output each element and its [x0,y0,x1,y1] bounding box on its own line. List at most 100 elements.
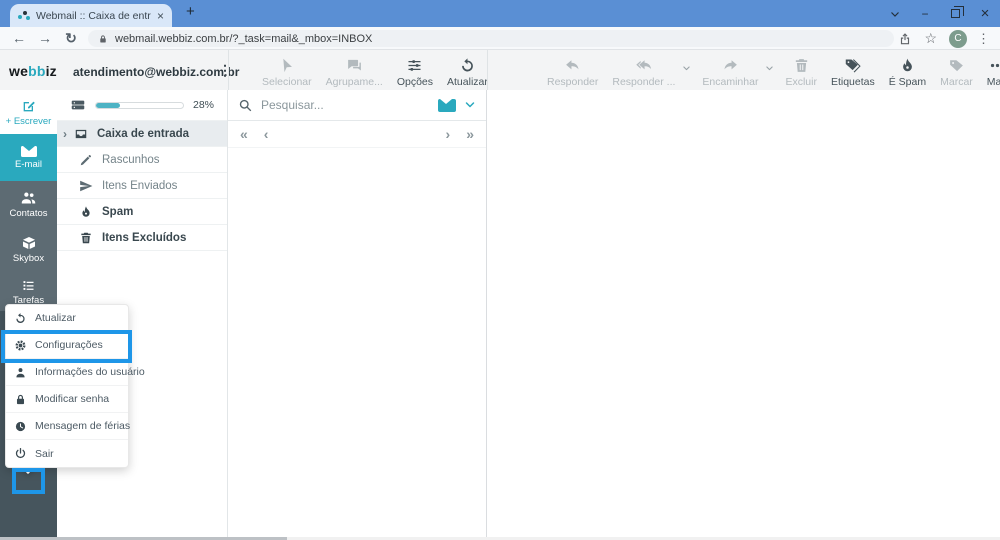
page-first-button[interactable]: « [240,126,248,142]
search-scope-envelope-icon[interactable] [438,98,456,112]
new-tab-button[interactable]: + [186,3,195,20]
menu-item-logout[interactable]: Sair [6,440,128,467]
browser-menu-kebab-icon[interactable]: ⋮ [977,31,990,47]
reply-button[interactable]: Responder [540,55,605,90]
clock-icon [14,420,27,433]
tags-button[interactable]: Etiquetas [824,55,882,90]
refresh-icon [459,57,476,74]
message-actions-toolbar: Responder Responder ... Encaminhar Exclu… [540,55,1000,90]
browser-tab[interactable]: Webmail :: Caixa de entrada × [10,4,172,27]
options-context-menu: Atualizar Configurações Informações do u… [5,304,145,468]
account-options-kebab-icon[interactable]: ⋮ [218,62,232,79]
lock-icon [14,393,27,406]
folder-trash[interactable]: Itens Excluídos [57,225,227,251]
share-icon[interactable] [898,32,912,46]
folder-sent[interactable]: Itens Enviados [57,173,227,199]
back-button[interactable]: ← [6,30,32,46]
reply-all-icon [635,57,652,74]
logo-part: iz [45,63,57,79]
more-button[interactable]: Mais [980,55,1000,90]
search-options-chevron-icon[interactable] [464,99,476,111]
reply-all-button[interactable]: Responder ... [605,55,682,90]
power-icon [14,447,27,460]
trash-icon [79,231,93,245]
browser-avatar[interactable]: C [949,29,967,48]
list-icon [21,278,36,293]
menu-item-refresh[interactable]: Atualizar [6,305,128,332]
people-icon [20,189,37,206]
mark-button[interactable]: Marcar [933,55,980,90]
page-next-button[interactable]: › [446,126,451,142]
page-last-button[interactable]: » [466,126,474,142]
toolbar-divider [487,50,488,90]
forward-button-mail[interactable]: Encaminhar [695,55,765,90]
menu-item-settings[interactable]: Configurações [6,332,128,359]
select-button[interactable]: Selecionar [255,55,319,90]
menu-item-vacation-message[interactable]: Mensagem de férias [6,413,130,440]
more-dots-icon [989,57,1000,74]
browser-tab-strip: Webmail :: Caixa de entrada × + − × [0,0,1000,27]
close-window-button[interactable]: × [970,0,1000,27]
sidebar-item-skybox[interactable]: Skybox [0,227,57,272]
screen: Webmail :: Caixa de entrada × + − × ← → … [0,0,1000,540]
minimize-button[interactable]: − [910,0,940,27]
menu-item-user-info[interactable]: Informações do usuário [6,359,145,386]
search-bar [228,90,486,121]
maximize-restore-button[interactable] [940,0,970,27]
delete-button[interactable]: Excluir [778,55,824,90]
paper-plane-icon [79,179,93,193]
pagination-bar: « ‹ › » [228,121,486,148]
tab-title: Webmail :: Caixa de entrada [36,9,151,22]
logo-part-accent: bb [28,63,46,79]
reply-icon [564,57,581,74]
navbar-right: ☆ C ⋮ [898,27,1000,50]
threads-button[interactable]: Agrupame... [319,55,390,90]
pencil-icon [79,153,93,167]
search-input[interactable] [261,98,430,112]
storage-icon [70,97,86,113]
address-bar[interactable]: webmail.webbiz.com.br/?_task=mail&_mbox=… [88,30,894,47]
bookmark-star-icon[interactable]: ☆ [924,30,937,47]
folder-drafts[interactable]: Rascunhos [57,147,227,173]
quota-percent: 28% [192,99,214,111]
toolbar-divider [228,50,229,90]
webmail-favicon-icon [18,10,30,22]
trash-icon [793,57,810,74]
message-list-pane: « ‹ › » [228,90,487,537]
page-prev-button[interactable]: ‹ [264,126,269,142]
webbiz-logo: webbiz [9,63,57,79]
quota-bar [95,101,184,109]
tab-close-icon[interactable]: × [157,9,164,23]
options-button[interactable]: Opções [390,55,440,90]
cursor-icon [278,57,295,74]
box-icon [21,235,37,251]
message-list-toolbar: Selecionar Agrupame... Opções Atualizar [255,55,495,90]
tags-icon [844,57,861,74]
url-text: webmail.webbiz.com.br/?_task=mail&_mbox=… [115,32,373,45]
mail-content-pane [488,90,1000,537]
forward-icon [722,57,739,74]
chat-icon [346,57,363,74]
compose-icon [21,98,37,114]
search-icon[interactable] [238,98,253,113]
refresh-icon [14,312,27,325]
reply-all-caret-icon[interactable] [682,64,691,73]
sidebar-item-contacts[interactable]: Contatos [0,181,57,227]
logo-part: we [9,63,29,79]
quota-row: 28% [57,90,227,121]
expander-icon[interactable]: › [63,127,67,141]
sidebar-item-email[interactable]: E-mail [0,134,57,181]
folder-inbox[interactable]: › Caixa de entrada [57,121,227,147]
forward-caret-icon[interactable] [765,64,774,73]
account-email: atendimento@webbiz.com.br [73,65,240,79]
forward-button[interactable]: → [32,30,58,46]
menu-item-change-password[interactable]: Modificar senha [6,386,128,413]
person-icon [14,366,27,379]
reload-button[interactable]: ↻ [58,30,84,47]
window-chevron-icon[interactable] [880,0,910,27]
junk-button[interactable]: É Spam [882,55,933,90]
lock-icon [98,34,108,44]
folder-spam[interactable]: Spam [57,199,227,225]
sidebar-item-compose[interactable]: + Escrever [0,90,57,134]
inbox-icon [74,127,88,141]
